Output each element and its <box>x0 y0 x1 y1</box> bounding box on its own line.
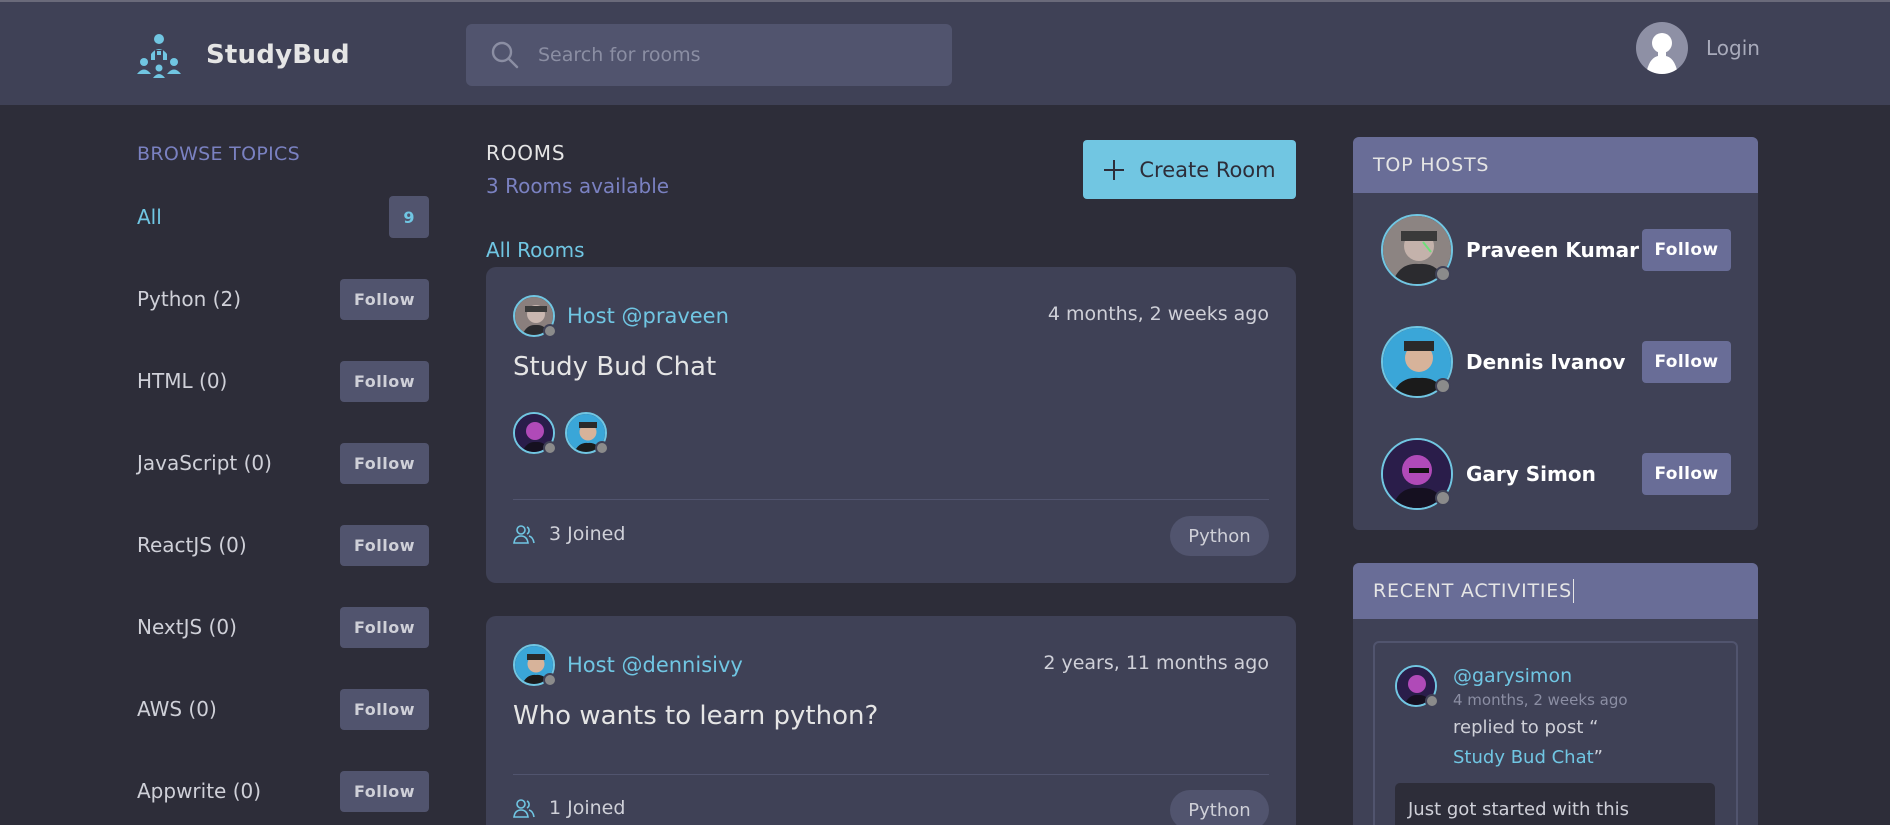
topic-label: HTML (0) <box>137 369 228 393</box>
room-topic-tag[interactable]: Python <box>1170 516 1269 556</box>
all-rooms-link[interactable]: All Rooms <box>486 238 585 262</box>
follow-topic-button[interactable]: Follow <box>340 606 429 648</box>
topic-item[interactable]: JavaScript (0) Follow <box>137 442 429 484</box>
follow-topic-button[interactable]: Follow <box>340 278 429 320</box>
activity-time: 4 months, 2 weeks ago <box>1453 691 1628 709</box>
host-name: Gary Simon <box>1466 462 1596 486</box>
topic-count-badge: 9 <box>389 196 429 238</box>
app-name: StudyBud <box>206 40 350 70</box>
top-hosts-panel: TOP HOSTS Praveen Kumar Follow Dennis Iv… <box>1353 137 1758 530</box>
host-item[interactable]: Dennis Ivanov Follow <box>1381 326 1731 398</box>
follow-topic-button[interactable]: Follow <box>340 442 429 484</box>
activity-message: Just got started with this <box>1395 783 1715 825</box>
users-icon <box>513 525 535 544</box>
room-divider <box>513 499 1269 500</box>
activity-user-link[interactable]: @garysimon <box>1453 665 1572 687</box>
topic-item[interactable]: Appwrite (0) Follow <box>137 770 429 812</box>
topic-label: All <box>137 205 162 229</box>
host-item[interactable]: Praveen Kumar Follow <box>1381 214 1731 286</box>
host-item[interactable]: Gary Simon Follow <box>1381 438 1731 510</box>
status-dot <box>1435 378 1451 394</box>
topic-all[interactable]: All 9 <box>137 196 429 238</box>
room-topic-tag[interactable]: Python <box>1170 790 1269 825</box>
topic-item[interactable]: NextJS (0) Follow <box>137 606 429 648</box>
follow-host-button[interactable]: Follow <box>1642 229 1731 271</box>
activity-post-link[interactable]: Study Bud Chat <box>1453 747 1594 768</box>
users-icon <box>513 799 535 818</box>
follow-host-button[interactable]: Follow <box>1642 341 1731 383</box>
follow-topic-button[interactable]: Follow <box>340 770 429 812</box>
participant-avatar[interactable] <box>513 412 557 455</box>
room-time: 4 months, 2 weeks ago <box>1047 303 1269 325</box>
topic-label: JavaScript (0) <box>137 451 272 475</box>
activity-description: replied to post “ Study Bud Chat” <box>1453 717 1603 768</box>
room-host[interactable]: Host @dennisivy <box>513 644 743 687</box>
rooms-heading: ROOMS <box>486 141 566 165</box>
topic-label: NextJS (0) <box>137 615 237 639</box>
follow-topic-button[interactable]: Follow <box>340 688 429 730</box>
status-dot <box>1435 266 1451 282</box>
status-dot <box>543 673 557 687</box>
participants <box>513 412 609 455</box>
host-name: Host @dennisivy <box>567 653 743 677</box>
host-name: Host @praveen <box>567 304 729 328</box>
search-icon <box>491 41 519 69</box>
topic-item[interactable]: HTML (0) Follow <box>137 360 429 402</box>
topic-label: Python (2) <box>137 287 242 311</box>
search-bar[interactable] <box>466 24 952 86</box>
activity-item: @garysimon 4 months, 2 weeks ago replied… <box>1373 641 1738 825</box>
host-name: Dennis Ivanov <box>1466 350 1626 374</box>
follow-topic-button[interactable]: Follow <box>340 524 429 566</box>
status-dot <box>1435 490 1451 506</box>
room-card: Host @dennisivy 2 years, 11 months ago W… <box>486 616 1296 825</box>
room-card: Host @praveen 4 months, 2 weeks ago Stud… <box>486 267 1296 583</box>
joined-label: 1 Joined <box>549 797 626 819</box>
participant-avatar[interactable] <box>565 412 609 455</box>
topic-label: AWS (0) <box>137 697 217 721</box>
room-host[interactable]: Host @praveen <box>513 295 729 338</box>
follow-topic-button[interactable]: Follow <box>340 360 429 402</box>
room-divider <box>513 774 1269 775</box>
plus-icon <box>1104 159 1125 180</box>
status-dot <box>543 324 557 338</box>
topic-label: Appwrite (0) <box>137 779 262 803</box>
create-room-label: Create Room <box>1139 157 1276 182</box>
create-room-button[interactable]: Create Room <box>1083 140 1296 199</box>
topic-label: ReactJS (0) <box>137 533 247 557</box>
activity-avatar[interactable] <box>1395 665 1439 708</box>
text-caret <box>1572 579 1574 603</box>
joined-count: 3 Joined <box>513 523 625 545</box>
topic-item[interactable]: Python (2) Follow <box>137 278 429 320</box>
search-input[interactable] <box>538 44 918 66</box>
room-time: 2 years, 11 months ago <box>1043 652 1269 674</box>
recent-activities-title: RECENT ACTIVITIES <box>1353 563 1758 619</box>
follow-host-button[interactable]: Follow <box>1642 453 1731 495</box>
studybud-logo-icon <box>137 34 181 78</box>
recent-activities-panel: RECENT ACTIVITIES @garysimon 4 months, 2… <box>1353 563 1758 825</box>
topic-item[interactable]: ReactJS (0) Follow <box>137 524 429 566</box>
top-bar: StudyBud Login <box>0 0 1890 105</box>
browse-topics-title: BROWSE TOPICS <box>137 143 300 165</box>
top-hosts-title: TOP HOSTS <box>1353 137 1758 193</box>
login-label: Login <box>1706 36 1760 60</box>
rooms-count: 3 Rooms available <box>486 174 670 198</box>
topic-item[interactable]: AWS (0) Follow <box>137 688 429 730</box>
room-title[interactable]: Who wants to learn python? <box>513 701 878 731</box>
joined-label: 3 Joined <box>549 523 626 545</box>
joined-count: 1 Joined <box>513 797 625 819</box>
user-avatar-icon <box>1636 22 1688 74</box>
logo[interactable]: StudyBud <box>136 32 350 78</box>
room-title[interactable]: Study Bud Chat <box>513 352 716 382</box>
host-name: Praveen Kumar <box>1466 238 1639 262</box>
login-button[interactable]: Login <box>1636 22 1760 74</box>
